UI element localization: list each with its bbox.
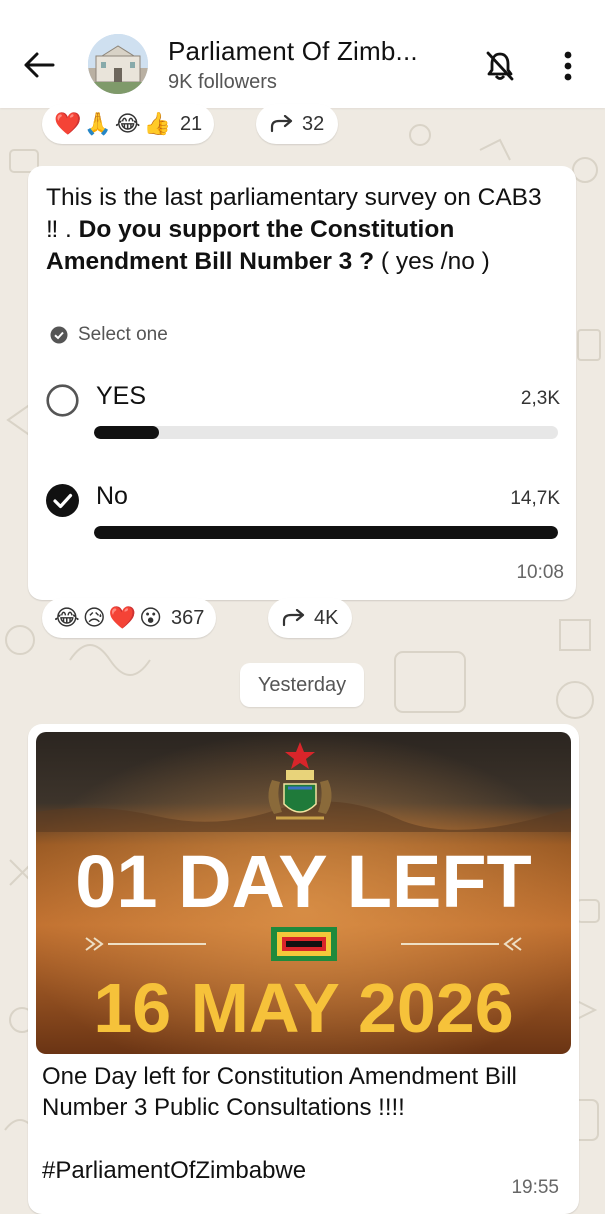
forward-count: 32 [302, 112, 325, 135]
follower-count: 9K followers [168, 71, 277, 93]
back-arrow-icon[interactable] [18, 44, 60, 86]
post-caption: One Day left for Constitution Amendment … [42, 1063, 517, 1121]
zimbabwe-flag-icon [271, 927, 337, 961]
reaction-emoji: 😥 [82, 605, 106, 630]
channel-header: Parliament Of Zimb... 9K followers [0, 0, 605, 108]
banner-line-2: 16 MAY 2026 [93, 969, 513, 1047]
message-time: 10:08 [516, 562, 564, 583]
select-hint-text: Select one [78, 324, 168, 345]
poll-option-label: No [96, 482, 128, 510]
reaction-emoji: 😂 [114, 111, 141, 136]
reaction-emoji: ❤️ [54, 111, 82, 136]
forward-icon [282, 609, 305, 627]
reaction-count: 367 [171, 606, 205, 629]
reaction-emoji: 😮 [139, 605, 162, 630]
reaction-emoji: 🙏 [84, 111, 112, 136]
forward-count-pill[interactable]: 4K [268, 598, 353, 638]
check-circle-icon [50, 326, 68, 344]
radio-unchecked-icon[interactable] [46, 384, 79, 417]
status-bar [0, 0, 605, 8]
more-vert-icon[interactable] [552, 44, 584, 88]
reaction-count: 21 [179, 112, 203, 135]
post-hashtag[interactable]: #ParliamentOfZimbabwe [42, 1157, 306, 1185]
poll-question-part: ( yes /no ) [374, 248, 490, 275]
post-image[interactable]: 01 DAY LEFT 16 MAY 2026 [36, 732, 571, 1054]
forward-icon [270, 115, 293, 133]
reaction-emoji: 👍 [143, 111, 171, 136]
image-post-message: 01 DAY LEFT 16 MAY 2026 One Day left for… [28, 724, 579, 1214]
reaction-emoji: ❤️ [108, 605, 137, 630]
poll-bar-track [94, 426, 558, 439]
reactions-pill[interactable]: 😂 😥 ❤️ 😮 367 [42, 598, 217, 638]
channel-name[interactable]: Parliament Of Zimb... [168, 36, 418, 67]
date-divider: Yesterday [240, 663, 364, 707]
message-time: 19:55 [511, 1177, 559, 1198]
poll-message: This is the last parliamentary survey on… [28, 166, 576, 600]
reactions-pill[interactable]: ❤️ 🙏 😂 👍 21 [42, 104, 215, 144]
poll-bar-fill [94, 426, 159, 439]
channel-avatar[interactable] [88, 34, 148, 94]
reaction-emoji: 😂 [54, 605, 80, 630]
poll-option-count: 14,7K [510, 488, 560, 509]
banner-line-1: 01 DAY LEFT [75, 840, 532, 923]
poll-question: This is the last parliamentary survey on… [46, 182, 546, 278]
radio-checked-icon[interactable] [46, 484, 79, 517]
forward-count-pill[interactable]: 32 [256, 104, 339, 144]
poll-bar-track [94, 526, 558, 539]
poll-option-label: YES [96, 382, 147, 410]
poll-bar-fill [94, 526, 558, 539]
forward-count: 4K [314, 606, 339, 629]
poll-option-count: 2,3K [520, 388, 560, 409]
select-hint: Select one [50, 324, 168, 346]
bell-off-icon[interactable] [478, 44, 522, 88]
